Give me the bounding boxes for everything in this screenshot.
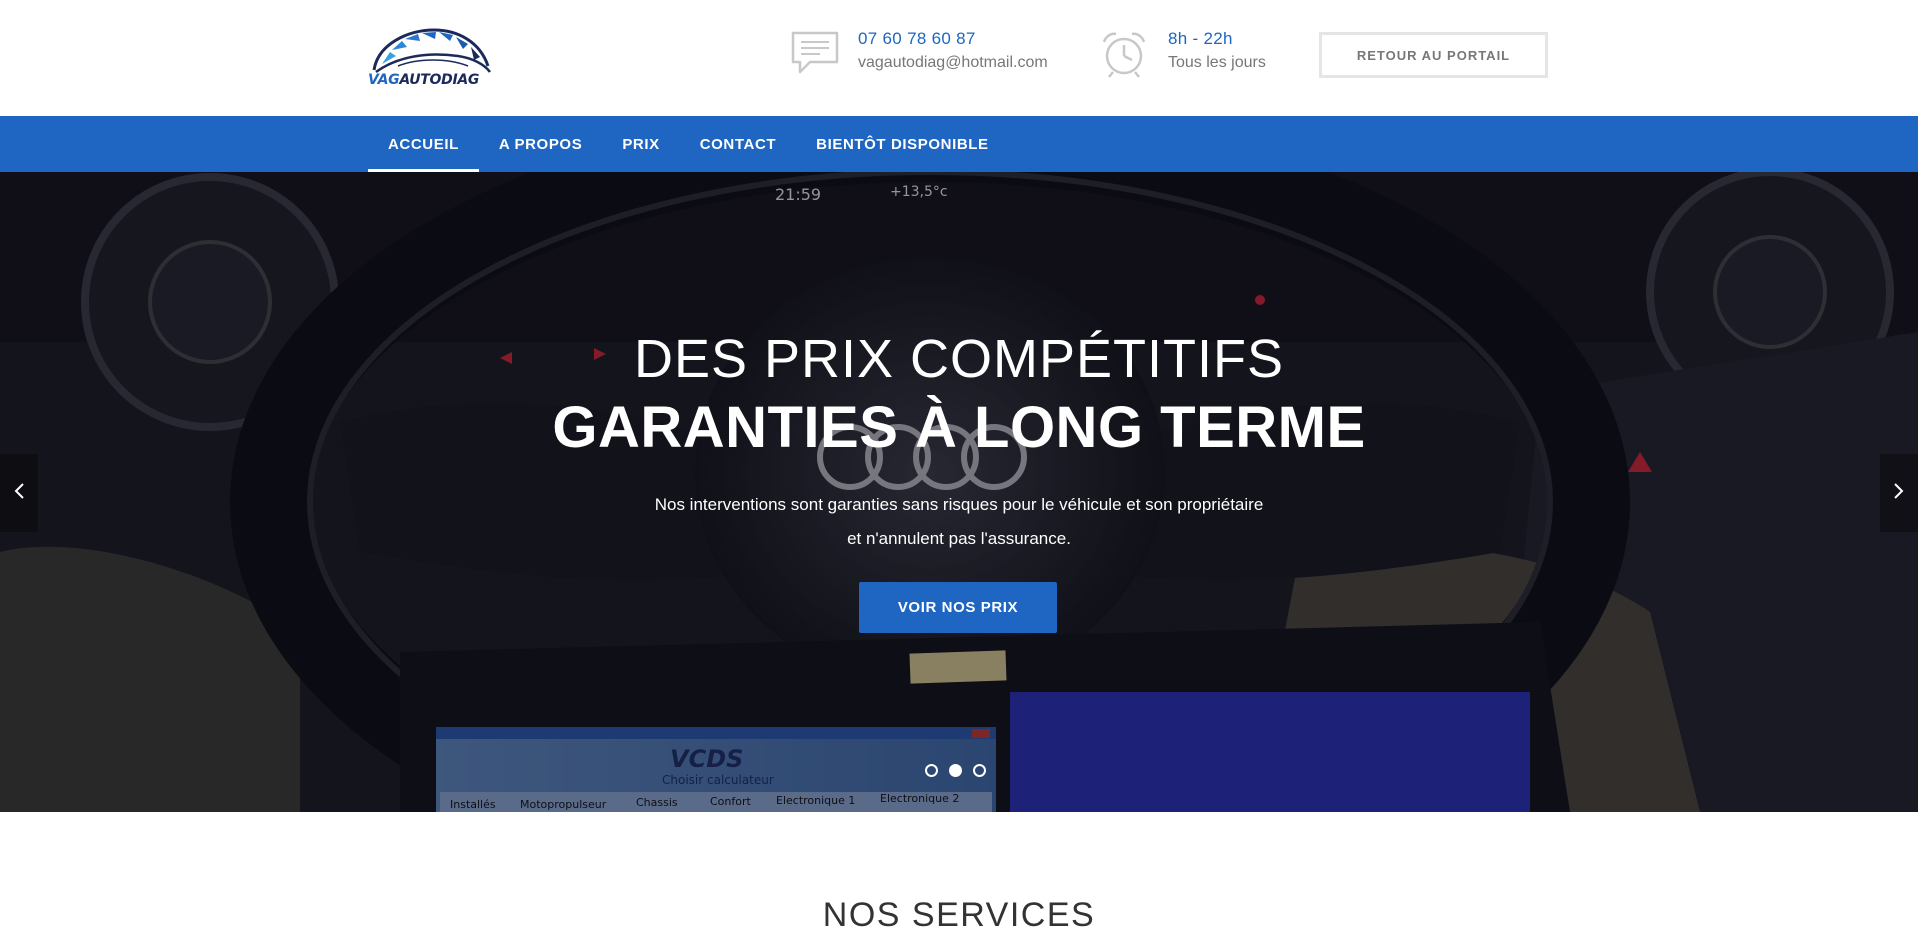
nav-item-prix[interactable]: PRIX (602, 116, 679, 172)
main-navigation: ACCUEIL A PROPOS PRIX CONTACT BIENTÔT DI… (0, 116, 1918, 172)
logo-text: VAGAUTODIAG (368, 72, 479, 88)
back-to-portal-button[interactable]: RETOUR AU PORTAIL (1319, 32, 1548, 78)
logo-text-autodiag: AUTODIAG (399, 72, 480, 88)
slider-dot-1[interactable] (925, 764, 938, 777)
nav-item-contact[interactable]: CONTACT (680, 116, 796, 172)
hero-description-line1: Nos interventions sont garanties sans ri… (654, 495, 1264, 514)
logo-car-graphic (372, 28, 491, 74)
hero-description-line2: et n'annulent pas l'assurance. (847, 529, 1071, 548)
top-header: VAGAUTODIAG 07 60 78 60 87 vagautodiag@h… (0, 0, 1918, 116)
slider-dot-3[interactable] (973, 764, 986, 777)
message-icon (790, 30, 840, 78)
services-section-title: NOS SERVICES (822, 896, 1096, 934)
slider-prev-button[interactable] (0, 454, 38, 532)
hours-value: 8h - 22h (1168, 29, 1233, 48)
logo[interactable]: VAGAUTODIAG (368, 26, 494, 90)
chevron-left-icon (13, 480, 25, 506)
slider-pagination (925, 764, 986, 777)
chevron-right-icon (1893, 480, 1905, 506)
nav-item-bientot-disponible[interactable]: BIENTÔT DISPONIBLE (796, 116, 1008, 172)
nav-items: ACCUEIL A PROPOS PRIX CONTACT BIENTÔT DI… (368, 116, 1009, 172)
contact-phone-block: 07 60 78 60 87 vagautodiag@hotmail.com (790, 28, 1060, 82)
nav-item-accueil[interactable]: ACCUEIL (368, 116, 479, 172)
hero-title-line2: GARANTIES À LONG TERME (552, 395, 1366, 460)
nav-item-a-propos[interactable]: A PROPOS (479, 116, 602, 172)
phone-number[interactable]: 07 60 78 60 87 (858, 29, 976, 49)
slider-next-button[interactable] (1880, 454, 1918, 532)
hero-slider: 21:59 +13,5°c VCDS Choisir calculateur I… (0, 172, 1918, 812)
hero-title-line1: DES PRIX COMPÉTITIFS (633, 329, 1285, 389)
email-address[interactable]: vagautodiag@hotmail.com (858, 54, 1048, 72)
see-prices-button[interactable]: VOIR NOS PRIX (859, 582, 1057, 633)
alarm-clock-icon (1100, 30, 1150, 78)
logo-text-vag: VAG (368, 72, 400, 88)
slider-dot-2[interactable] (949, 764, 962, 777)
hours-days: Tous les jours (1168, 54, 1266, 71)
opening-hours-block: 8h - 22h Tous les jours (1100, 28, 1290, 82)
hero-description: Nos interventions sont garanties sans ri… (0, 488, 1918, 556)
